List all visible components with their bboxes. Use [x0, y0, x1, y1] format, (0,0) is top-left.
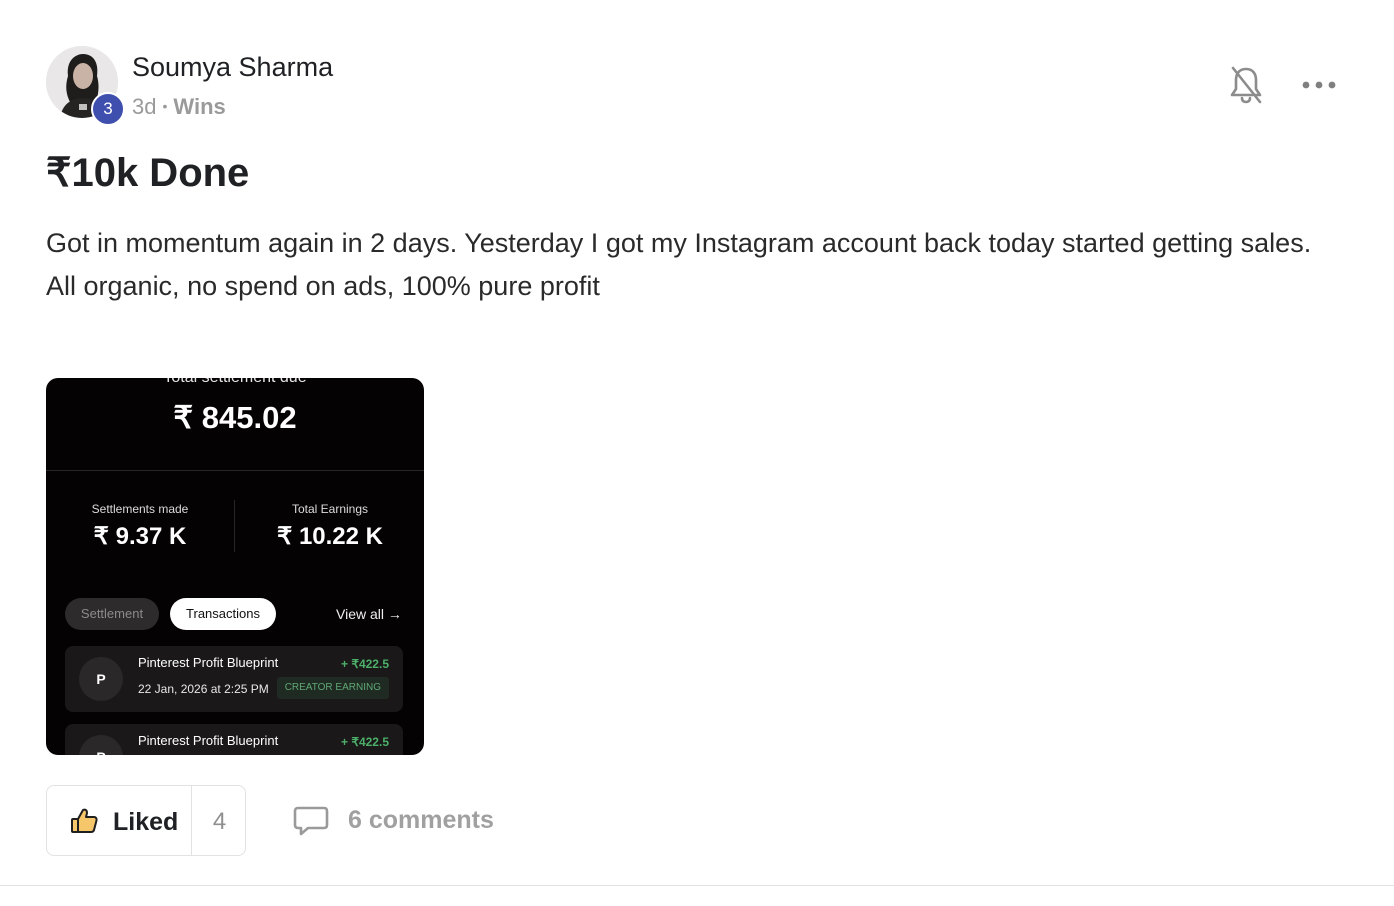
transaction-date: 22 Jan, 2026 at 2:25 PM: [138, 682, 269, 696]
attached-image[interactable]: Total settlement due ₹ 845.02 Settlement…: [46, 378, 424, 755]
transaction-row: P Pinterest Profit Blueprint + ₹422.5: [65, 724, 403, 755]
post-time: 3d: [132, 94, 157, 119]
stat-divider: [234, 500, 235, 552]
comments-button[interactable]: 6 comments: [292, 802, 502, 842]
divider: [46, 470, 424, 471]
like-button[interactable]: Liked: [47, 786, 192, 855]
settlements-made-value: ₹ 9.37 K: [93, 523, 187, 550]
thumbs-up-icon: [71, 808, 98, 833]
transaction-row: P Pinterest Profit Blueprint + ₹422.5 22…: [65, 646, 403, 712]
post-meta: 3d • Wins: [132, 94, 226, 120]
post-body: Got in momentum again in 2 days. Yesterd…: [46, 222, 1346, 308]
tab-settlement: Settlement: [65, 598, 159, 630]
meta-separator: •: [162, 98, 168, 114]
more-options-button[interactable]: [1300, 70, 1338, 100]
post-card: 3 Soumya Sharma 3d • Wins ₹10k Done Got in…: [0, 0, 1394, 906]
bell-off-icon: [1230, 66, 1262, 104]
post-body-paragraph-2: All organic, no spend on ads, 100% pure …: [46, 271, 600, 301]
author-name[interactable]: Soumya Sharma: [132, 52, 333, 83]
settlement-due-label: Total settlement due: [46, 378, 424, 387]
transaction-amount: + ₹422.5: [340, 735, 389, 749]
transaction-amount: + ₹422.5: [340, 657, 389, 671]
post-body-paragraph-1: Got in momentum again in 2 days. Yesterd…: [46, 228, 1312, 258]
author-avatar-wrap[interactable]: 3: [46, 46, 125, 126]
comment-icon: [293, 806, 329, 836]
like-label: Liked: [113, 808, 179, 836]
like-control: Liked 4: [46, 785, 246, 856]
post-category[interactable]: Wins: [173, 94, 225, 119]
like-count[interactable]: 4: [192, 808, 247, 836]
settlements-made-stat: Settlements made ₹ 9.37 K: [46, 502, 234, 551]
comments-label: 6 comments: [348, 806, 494, 834]
transaction-title: Pinterest Profit Blueprint: [138, 733, 279, 748]
total-earnings-stat: Total Earnings ₹ 10.22 K: [236, 502, 424, 551]
more-horizontal-icon: [1302, 81, 1336, 89]
transaction-title: Pinterest Profit Blueprint: [138, 655, 279, 670]
post-divider: [0, 885, 1394, 886]
view-all-link: View all →: [336, 606, 402, 622]
settlement-due-amount: ₹ 845.02: [173, 400, 297, 435]
post-title: ₹10k Done: [46, 151, 250, 195]
notifications-toggle-button[interactable]: [1226, 64, 1266, 106]
level-badge: 3: [91, 92, 125, 126]
transaction-tag: CREATOR EARNING: [276, 677, 389, 699]
settlements-made-label: Settlements made: [91, 502, 189, 516]
total-earnings-label: Total Earnings: [291, 502, 369, 516]
total-earnings-value: ₹ 10.22 K: [277, 523, 383, 550]
transaction-avatar: P: [79, 735, 123, 755]
transaction-avatar: P: [79, 657, 123, 701]
tab-transactions: Transactions: [170, 598, 276, 630]
